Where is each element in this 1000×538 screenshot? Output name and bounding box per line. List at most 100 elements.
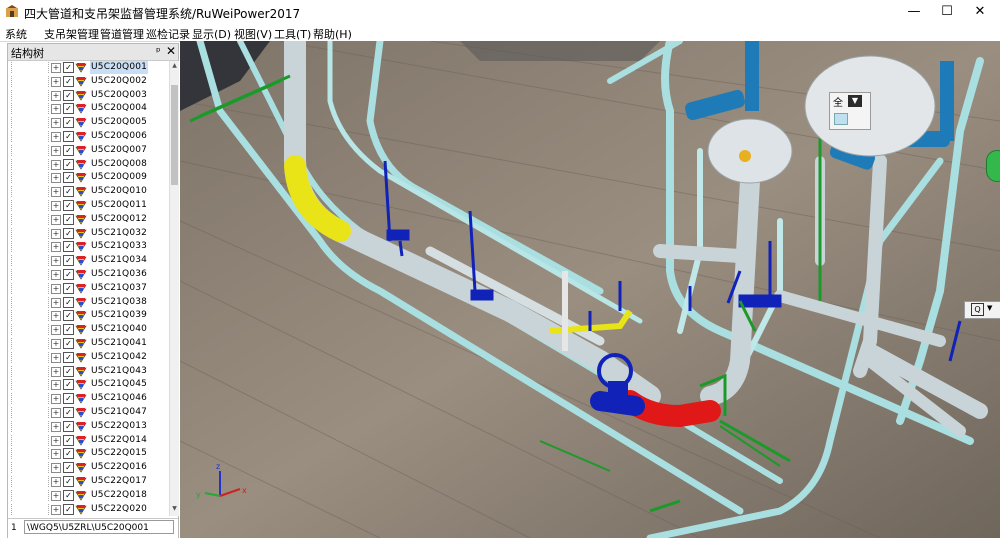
menu-view[interactable]: 视图(V) xyxy=(234,26,272,42)
tree-item[interactable]: + ✓ U5C20Q007 xyxy=(8,144,168,157)
tree-item-checkbox[interactable]: ✓ xyxy=(63,144,74,156)
tree-item-checkbox[interactable]: ✓ xyxy=(63,186,74,198)
3d-viewport[interactable]: z x y xyxy=(180,41,1000,538)
tree-item-checkbox[interactable]: ✓ xyxy=(63,117,74,129)
tree-item-checkbox[interactable]: ✓ xyxy=(63,158,74,170)
expand-icon[interactable]: + xyxy=(51,463,61,474)
expand-icon[interactable]: + xyxy=(51,380,61,391)
tree-item[interactable]: + ✓ U5C21Q041 xyxy=(8,337,168,350)
tree-item-checkbox[interactable]: ✓ xyxy=(63,310,74,322)
tree-item[interactable]: + ✓ U5C20Q003 xyxy=(8,89,168,102)
tree-item[interactable]: + ✓ U5C20Q001 xyxy=(8,61,168,74)
tree-item-checkbox[interactable]: ✓ xyxy=(63,379,74,391)
tree-item[interactable]: + ✓ U5C20Q005 xyxy=(8,116,168,129)
tree-scrollbar[interactable]: ▲ ▼ xyxy=(169,61,179,516)
tree-item[interactable]: + ✓ U5C21Q047 xyxy=(8,406,168,419)
expand-icon[interactable]: + xyxy=(51,104,61,115)
expand-icon[interactable]: + xyxy=(51,187,61,198)
expand-icon[interactable]: + xyxy=(51,435,61,446)
tree-item[interactable]: + ✓ U5C20Q012 xyxy=(8,213,168,226)
expand-icon[interactable]: + xyxy=(51,421,61,432)
tree-item-checkbox[interactable]: ✓ xyxy=(63,365,74,377)
expand-icon[interactable]: + xyxy=(51,352,61,363)
tree-item[interactable]: + ✓ U5C21Q037 xyxy=(8,282,168,295)
tree-item-checkbox[interactable]: ✓ xyxy=(63,89,74,101)
expand-icon[interactable]: + xyxy=(51,449,61,460)
menu-help[interactable]: 帮助(H) xyxy=(313,26,352,42)
expand-icon[interactable]: + xyxy=(51,76,61,87)
status-path-field[interactable]: \WGQ5\U5ZRL\U5C20Q001 xyxy=(24,520,174,534)
tree-item-checkbox[interactable]: ✓ xyxy=(63,255,74,267)
tree-item[interactable]: + ✓ U5C21Q046 xyxy=(8,392,168,405)
expand-icon[interactable]: + xyxy=(51,297,61,308)
tree-item-checkbox[interactable]: ✓ xyxy=(63,503,74,515)
expand-icon[interactable]: + xyxy=(51,256,61,267)
expand-icon[interactable]: + xyxy=(51,132,61,142)
tree-item-checkbox[interactable]: ✓ xyxy=(63,75,74,87)
tree-item[interactable]: + ✓ U5C20Q002 xyxy=(8,75,168,88)
minimize-button[interactable]: — xyxy=(897,0,931,24)
expand-icon[interactable]: + xyxy=(51,283,61,294)
tree-item[interactable]: + ✓ U5C20Q006 xyxy=(8,130,168,143)
tree-item-checkbox[interactable]: ✓ xyxy=(63,103,74,115)
scroll-down-icon[interactable]: ▼ xyxy=(171,505,178,514)
tree-item[interactable]: + ✓ U5C22Q014 xyxy=(8,434,168,447)
chevron-down-icon[interactable]: ▼ xyxy=(848,95,862,107)
tree-item[interactable]: + ✓ U5C21Q034 xyxy=(8,254,168,267)
tree-item-checkbox[interactable]: ✓ xyxy=(63,489,74,501)
expand-icon[interactable]: + xyxy=(51,490,61,501)
expand-icon[interactable]: + xyxy=(51,270,61,280)
tree-item-checkbox[interactable]: ✓ xyxy=(63,462,74,474)
tree-item-checkbox[interactable]: ✓ xyxy=(63,338,74,349)
tree-item[interactable]: + ✓ U5C22Q017 xyxy=(8,475,168,488)
expand-icon[interactable]: + xyxy=(51,504,61,515)
tree-item[interactable]: + ✓ U5C20Q010 xyxy=(8,185,168,198)
tree-item[interactable]: + ✓ U5C20Q009 xyxy=(8,171,168,184)
tree-item[interactable]: + ✓ U5C22Q020 xyxy=(8,503,168,516)
tree-item[interactable]: + ✓ U5C21Q043 xyxy=(8,365,168,378)
expand-icon[interactable]: + xyxy=(51,118,61,129)
menu-pipe-management[interactable]: 管道管理 xyxy=(100,26,144,42)
tree-item[interactable]: + ✓ U5C21Q033 xyxy=(8,240,168,253)
tree-item[interactable]: + ✓ U5C21Q040 xyxy=(8,323,168,336)
tree-item-checkbox[interactable]: ✓ xyxy=(63,282,74,294)
expand-icon[interactable]: + xyxy=(51,214,61,225)
tree-item-checkbox[interactable]: ✓ xyxy=(63,420,74,432)
tree-item-checkbox[interactable]: ✓ xyxy=(63,448,74,460)
tree-item-checkbox[interactable]: ✓ xyxy=(63,434,74,446)
tree-item[interactable]: + ✓ U5C21Q038 xyxy=(8,296,168,309)
menu-support-management[interactable]: 支吊架管理 xyxy=(44,26,99,42)
expand-icon[interactable]: + xyxy=(51,173,61,184)
scroll-thumb[interactable] xyxy=(171,85,178,185)
expand-icon[interactable]: + xyxy=(51,90,61,101)
tree-item-checkbox[interactable]: ✓ xyxy=(63,227,74,239)
panel-close-icon[interactable]: ✕ xyxy=(166,44,176,58)
tree-item-checkbox[interactable]: ✓ xyxy=(63,241,74,253)
tree-item[interactable]: + ✓ U5C21Q045 xyxy=(8,378,168,391)
expand-icon[interactable]: + xyxy=(51,325,61,336)
scroll-up-icon[interactable]: ▲ xyxy=(171,62,178,71)
tree-item-checkbox[interactable]: ✓ xyxy=(63,296,74,308)
view-filter-dropdown[interactable]: 全 ▼ xyxy=(829,92,871,130)
expand-icon[interactable]: + xyxy=(51,366,61,377)
layer-icon[interactable] xyxy=(834,113,848,125)
expand-icon[interactable]: + xyxy=(51,159,61,170)
expand-icon[interactable]: + xyxy=(51,394,61,405)
menu-inspection-records[interactable]: 巡检记录 xyxy=(146,26,190,42)
tree-item-checkbox[interactable]: ✓ xyxy=(63,324,74,336)
tree-item-checkbox[interactable]: ✓ xyxy=(63,476,74,487)
tree-item[interactable]: + ✓ U5C22Q018 xyxy=(8,489,168,502)
tree-item[interactable]: + ✓ U5C21Q042 xyxy=(8,351,168,364)
tree-item[interactable]: + ✓ U5C21Q032 xyxy=(8,227,168,240)
tree-item[interactable]: + ✓ U5C22Q015 xyxy=(8,447,168,460)
menu-display[interactable]: 显示(D) xyxy=(192,26,231,42)
tree-item-checkbox[interactable]: ✓ xyxy=(63,407,74,418)
tree-item-checkbox[interactable]: ✓ xyxy=(63,200,74,211)
tree-item-checkbox[interactable]: ✓ xyxy=(63,62,74,73)
tree-item-checkbox[interactable]: ✓ xyxy=(63,351,74,363)
pin-icon[interactable]: ᵖ xyxy=(156,45,161,58)
maximize-button[interactable]: ☐ xyxy=(930,0,964,24)
tree-item[interactable]: + ✓ U5C20Q004 xyxy=(8,102,168,115)
tree-item[interactable]: + ✓ U5C20Q011 xyxy=(8,199,168,212)
tree-item-checkbox[interactable]: ✓ xyxy=(63,393,74,405)
